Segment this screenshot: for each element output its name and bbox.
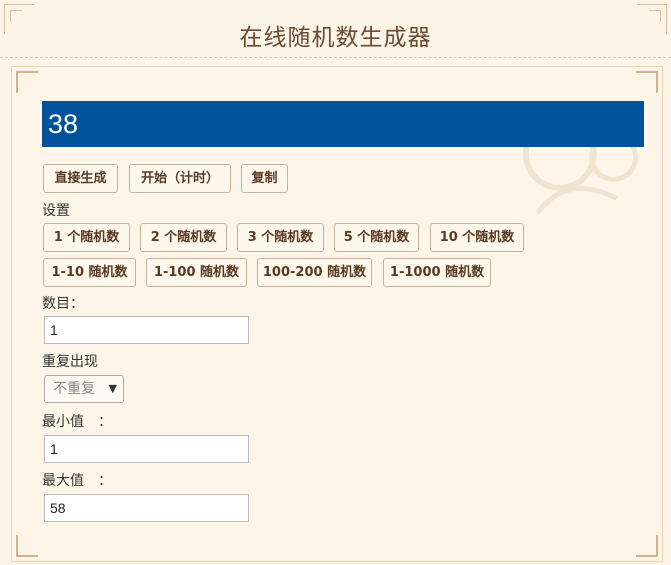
panel-corner-ornament [16,535,38,557]
panel-corner-ornament [636,535,658,557]
chevron-down-icon: ▼ [108,382,117,395]
page-title: 在线随机数生成器 [239,25,432,51]
max-label: 最大值 ： [42,473,112,489]
preset-range-1-100-button[interactable]: 1-100 随机数 [146,258,247,287]
preset-count-2-button[interactable]: 2 个随机数 [140,223,227,252]
preset-count-10-button[interactable]: 10 个随机数 [430,223,524,252]
settings-label: 设置 [42,203,70,219]
copy-button[interactable]: 复制 [241,164,288,193]
preset-count-5-button[interactable]: 5 个随机数 [334,223,419,252]
generate-button[interactable]: 直接生成 [43,164,118,193]
page: 在线随机数生成器 38 直接生成 开始（计时） 复制 设置 1 个随机数 2 个… [0,0,671,565]
count-input[interactable]: 1 [44,316,249,344]
preset-count-1-button[interactable]: 1 个随机数 [43,223,130,252]
preset-count-3-button[interactable]: 3 个随机数 [237,223,324,252]
panel-corner-ornament [16,71,38,93]
preset-range-100-200-button[interactable]: 100-200 随机数 [257,258,372,287]
min-label: 最小值 ： [42,414,112,430]
min-value-input[interactable]: 1 [44,435,249,463]
result-display: 38 [42,101,644,147]
repeat-select[interactable]: 不重复 ▼ [44,375,124,403]
start-timer-button[interactable]: 开始（计时） [129,164,231,193]
count-label: 数目： [42,296,84,312]
header: 在线随机数生成器 [0,0,671,58]
numbers-watermark-decoration [484,67,662,248]
preset-range-1-10-button[interactable]: 1-10 随机数 [43,258,136,287]
preset-range-1-1000-button[interactable]: 1-1000 随机数 [383,258,491,287]
repeat-select-value: 不重复 [53,381,95,397]
max-value-input[interactable]: 58 [44,494,249,522]
repeat-label: 重复出现 [42,354,98,370]
